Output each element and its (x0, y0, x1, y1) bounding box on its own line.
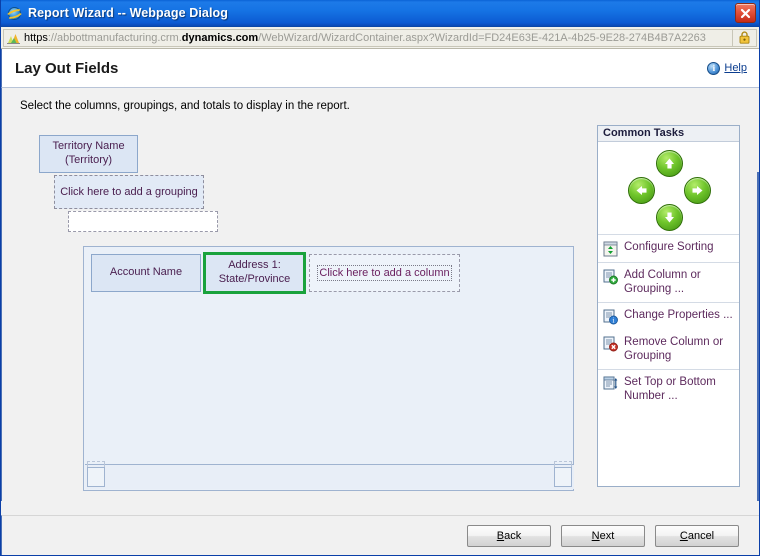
right-border (757, 172, 759, 501)
grouping-field-territory-name[interactable]: Territory Name (Territory) (39, 135, 138, 173)
task-group-sorting: Configure Sorting (598, 234, 739, 262)
next-button[interactable]: Next (561, 525, 645, 547)
remove-column-icon (603, 336, 618, 352)
url-scheme: https (24, 32, 48, 44)
instruction-text: Select the columns, groupings, and total… (1, 88, 759, 123)
page-header: Lay Out Fields i Help (1, 49, 759, 88)
page-title: Lay Out Fields (15, 60, 118, 77)
task-group-add: Add Column or Grouping ... (598, 262, 739, 302)
url-host-prefix: abbottmanufacturing.crm. (57, 32, 182, 44)
task-configure-sorting[interactable]: Configure Sorting (598, 235, 739, 262)
move-left-arrow[interactable] (628, 177, 655, 204)
ie-globe-icon (6, 5, 23, 22)
body-area: Territory Name (Territory) Click here to… (1, 123, 759, 501)
column-account-name-label: Account Name (110, 266, 182, 280)
info-icon: i (707, 62, 720, 75)
task-group-top-bottom: Set Top or Bottom Number ... (598, 369, 739, 409)
empty-grouping-row[interactable] (68, 211, 218, 232)
footer-left-cell[interactable] (87, 467, 105, 487)
title-bar: Report Wizard -- Webpage Dialog (1, 0, 759, 27)
task-label: Set Top or Bottom Number ... (624, 375, 733, 404)
add-grouping-placeholder[interactable]: Click here to add a grouping (54, 175, 204, 209)
back-accel: B (497, 530, 504, 542)
cancel-button[interactable]: Cancel (655, 525, 739, 547)
add-column-icon (603, 269, 618, 285)
task-set-top-or-bottom-number[interactable]: Set Top or Bottom Number ... (598, 370, 739, 409)
next-accel: N (592, 530, 600, 542)
column-state-line1: Address 1: (228, 259, 281, 271)
back-button[interactable]: Back (467, 525, 551, 547)
next-rest: ext (600, 530, 615, 542)
url-domain: dynamics.com (182, 32, 258, 44)
column-header-row: Account Name Address 1: State/Province C… (84, 247, 573, 295)
set-top-bottom-icon (603, 376, 618, 392)
report-wizard-dialog: Report Wizard -- Webpage Dialog https://… (0, 0, 760, 556)
add-column-placeholder[interactable]: Click here to add a column (309, 254, 460, 292)
common-tasks-panel: Common Tasks (597, 125, 740, 487)
column-state-line2: State/Province (219, 273, 291, 285)
task-remove-column-or-grouping[interactable]: Remove Column or Grouping (598, 330, 739, 369)
site-icon (7, 32, 20, 44)
add-grouping-label: Click here to add a grouping (60, 185, 198, 199)
column-address1-state-province[interactable]: Address 1: State/Province (203, 252, 306, 294)
grouping-field-line2: (Territory) (65, 154, 112, 166)
svg-text:i: i (613, 317, 615, 324)
window-title: Report Wizard -- Webpage Dialog (28, 6, 228, 20)
nav-arrow-pad (598, 142, 739, 234)
footer-right-cell[interactable] (554, 467, 572, 487)
address-bar: https://abbottmanufacturing.crm.dynamics… (1, 27, 759, 49)
dialog-footer: Back Next Cancel (1, 515, 759, 555)
add-column-label: Click here to add a column (317, 265, 451, 281)
task-change-properties[interactable]: i Change Properties ... (598, 303, 739, 330)
help-link[interactable]: i Help (707, 62, 747, 75)
padlock-icon (733, 29, 757, 47)
report-designer-surface: Territory Name (Territory) Click here to… (2, 123, 590, 501)
url-separator: :// (48, 32, 57, 44)
address-input[interactable]: https://abbottmanufacturing.crm.dynamics… (3, 29, 733, 47)
cancel-rest: ancel (688, 530, 714, 542)
detail-footer-row (85, 464, 574, 489)
cancel-accel: C (680, 530, 688, 542)
configure-sorting-icon (603, 241, 618, 257)
move-down-arrow[interactable] (656, 204, 683, 231)
change-properties-icon: i (603, 309, 618, 325)
move-right-arrow[interactable] (684, 177, 711, 204)
task-group-modify: i Change Properties ... Remove (598, 302, 739, 369)
task-label: Change Properties ... (624, 308, 733, 322)
task-label: Configure Sorting (624, 240, 714, 254)
url-path: /WebWizard/WizardContainer.aspx?WizardId… (258, 32, 706, 44)
grouping-field-line1: Territory Name (52, 140, 124, 152)
column-account-name[interactable]: Account Name (91, 254, 201, 292)
detail-region: Account Name Address 1: State/Province C… (83, 246, 574, 491)
common-tasks-title: Common Tasks (598, 126, 739, 142)
help-label: Help (724, 62, 747, 74)
close-icon[interactable] (735, 3, 756, 23)
task-add-column-or-grouping[interactable]: Add Column or Grouping ... (598, 263, 739, 302)
move-up-arrow[interactable] (656, 150, 683, 177)
task-label: Add Column or Grouping ... (624, 268, 733, 297)
task-label: Remove Column or Grouping (624, 335, 733, 364)
back-rest: ack (504, 530, 521, 542)
